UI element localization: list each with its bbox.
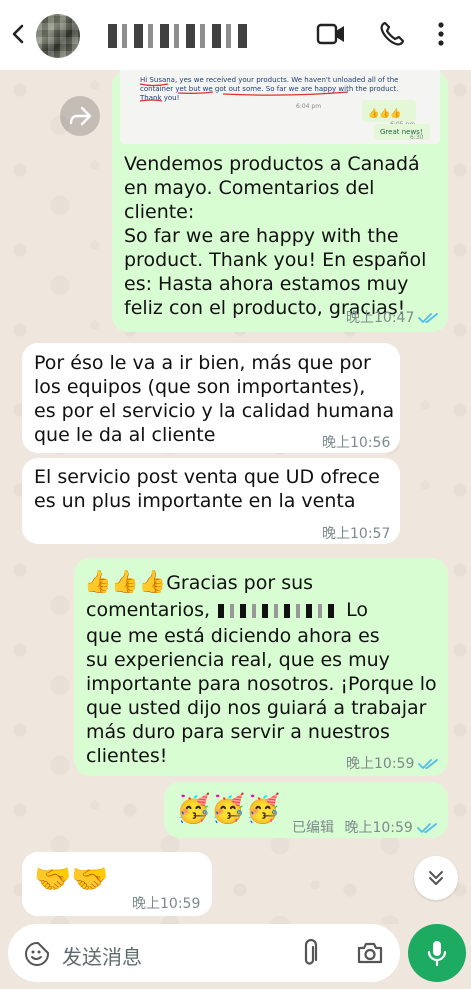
emoji-sticker-icon[interactable] — [24, 941, 50, 967]
edited-label: 已编辑 — [292, 820, 334, 836]
message-bubble-outgoing[interactable]: Hi Susana, yes we received your products… — [112, 70, 448, 332]
back-arrow-icon[interactable] — [8, 22, 30, 46]
more-options-icon[interactable] — [436, 20, 446, 48]
read-receipt-icon — [418, 313, 439, 323]
message-text-fragment: Lo — [346, 599, 368, 621]
message-time: 晚上10:59 — [132, 896, 201, 912]
message-bubble-outgoing[interactable]: 🥳🥳🥳 已编辑 晚上10:59 — [164, 782, 448, 838]
chat-header — [0, 0, 471, 70]
message-text-second-line: comentarios, Lo — [86, 598, 446, 622]
scroll-to-bottom-button[interactable] — [414, 856, 458, 900]
message-bubble-incoming[interactable]: Por éso le va a ir bien, más que por los… — [22, 343, 400, 453]
message-time: 晚上10:57 — [322, 526, 391, 542]
forward-button[interactable] — [60, 96, 100, 136]
camera-icon[interactable] — [356, 941, 384, 965]
message-time-label: 晚上10:59 — [346, 756, 415, 772]
message-text-fragment: comentarios, — [86, 599, 211, 621]
handshake-emoji: 🤝🤝 — [34, 862, 109, 897]
image-timestamp: 6:30 pm — [410, 134, 424, 141]
message-text-first-line: 👍👍👍Gracias por sus — [84, 571, 444, 595]
attach-icon[interactable] — [302, 939, 318, 969]
message-image[interactable]: Hi Susana, yes we received your products… — [120, 70, 440, 144]
message-bubble-incoming[interactable]: El servicio post venta que UD ofrece es … — [22, 458, 400, 544]
message-bubble-outgoing[interactable]: 👍👍👍Gracias por sus comentarios, Lo que me… — [74, 558, 448, 776]
image-reply-bubble: 👍👍👍 6:05 pm — [362, 100, 416, 128]
microphone-icon — [427, 941, 447, 967]
microphone-button[interactable] — [408, 924, 466, 982]
forward-arrow-icon — [69, 106, 92, 126]
party-face-emoji: 🥳🥳🥳 — [176, 792, 281, 825]
video-call-icon[interactable] — [316, 20, 346, 48]
message-text: Vendemos productos a Canadá en mayo. Com… — [124, 153, 427, 319]
double-chevron-down-icon — [429, 871, 443, 885]
message-time: 晚上10:56 — [322, 435, 391, 451]
voice-call-icon[interactable] — [378, 20, 406, 48]
handwritten-underline — [139, 83, 349, 102]
image-reply-bubble: Great news! 6:30 pm — [374, 124, 430, 141]
message-time: 晚上10:47 — [346, 306, 440, 330]
message-composer[interactable]: 发送消息 — [8, 924, 400, 982]
redacted-name — [218, 603, 339, 618]
thumbs-up-emoji: 👍👍👍 — [84, 570, 167, 595]
message-time-label: 晚上10:59 — [344, 820, 413, 836]
message-time: 晚上10:59 — [346, 752, 440, 776]
image-timestamp: 6:04 pm — [296, 103, 322, 110]
read-receipt-icon — [418, 759, 439, 769]
read-receipt-icon — [416, 823, 437, 833]
message-time: 已编辑 晚上10:59 — [292, 816, 439, 840]
message-text: El servicio post venta que UD ofrece es … — [34, 466, 380, 512]
contact-avatar[interactable] — [36, 14, 80, 58]
contact-name-redacted[interactable] — [108, 24, 248, 48]
message-text: que me está diciendo ahora es su experie… — [86, 625, 437, 767]
message-input-placeholder[interactable]: 发送消息 — [62, 941, 142, 970]
message-text-fragment: Gracias por sus — [166, 572, 314, 594]
message-bubble-incoming[interactable]: 🤝🤝 晚上10:59 — [22, 852, 212, 916]
message-time-label: 晚上10:47 — [346, 310, 415, 326]
